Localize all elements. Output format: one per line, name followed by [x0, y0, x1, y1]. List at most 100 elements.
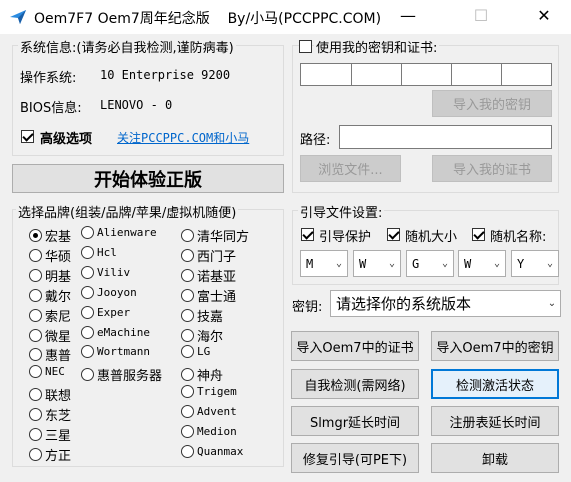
boot-name-select[interactable]: W ⌄ [353, 250, 401, 277]
key-label: 密钥: [292, 300, 323, 315]
bios-label: BIOS信息: [20, 101, 82, 116]
key-part-5[interactable] [501, 63, 552, 86]
brand-radio[interactable]: 联想 [29, 385, 71, 404]
chevron-down-icon: ⌄ [441, 258, 449, 269]
self-check-button[interactable]: 自我检测(需网络) [291, 369, 419, 399]
brand-label: Medion [197, 425, 237, 438]
import-oem-key-button[interactable]: 导入Oem7中的密钥 [431, 331, 559, 361]
sysinfo-group-label: 系统信息:(请务必自我检测,谨防病毒) [18, 37, 236, 56]
boot-protect-label: 引导保护 [319, 230, 372, 245]
chevron-down-icon: ⌄ [547, 298, 557, 309]
boot-select-value: Y [517, 256, 525, 271]
brand-label: eMachine [97, 325, 150, 339]
radio-indicator [181, 248, 194, 262]
brand-label: Viliv [97, 265, 131, 279]
brand-label: LG [197, 345, 211, 359]
brand-radio[interactable]: 索尼 [29, 306, 71, 325]
version-select-value: 请选择你的系统版本 [336, 295, 472, 313]
brand-label: 宏基 [45, 230, 72, 245]
os-label: 操作系统: [20, 71, 77, 86]
check-activation-button[interactable]: 检测激活状态 [431, 369, 559, 399]
brand-radio[interactable]: eMachine [81, 325, 150, 339]
slmgr-button[interactable]: Slmgr延长时间 [291, 406, 419, 436]
brand-radio[interactable]: 技嘉 [181, 306, 223, 325]
brand-label: 明基 [45, 269, 72, 285]
brand-radio[interactable]: Advent [181, 405, 237, 419]
brand-radio[interactable]: LG [181, 345, 211, 359]
brand-radio[interactable]: 惠普 [29, 345, 71, 364]
browse-button[interactable]: 浏览文件... [300, 155, 401, 182]
brand-radio[interactable]: Alienware [81, 226, 157, 239]
brand-radio[interactable]: Viliv [81, 265, 131, 279]
boot-name-select[interactable]: M ⌄ [300, 250, 348, 277]
start-button[interactable]: 开始体验正版 [12, 164, 284, 193]
brand-radio[interactable]: 方正 [29, 445, 71, 464]
brand-label: 东芝 [45, 409, 72, 425]
brand-radio[interactable]: 戴尔 [29, 286, 71, 305]
brand-radio[interactable]: 华硕 [29, 246, 71, 265]
brand-label: 华硕 [45, 249, 72, 265]
key-part-1[interactable] [300, 63, 352, 86]
brand-radio[interactable]: 海尔 [181, 326, 223, 345]
key-part-3[interactable] [401, 63, 452, 86]
radio-indicator [81, 265, 94, 279]
boot-protect-checkbox[interactable] [301, 228, 314, 241]
minimize-button[interactable]: — [385, 0, 431, 34]
radio-indicator [181, 345, 194, 359]
brand-radio[interactable]: 微星 [29, 326, 71, 345]
brand-radio[interactable]: 惠普服务器 [81, 365, 162, 384]
brand-radio[interactable]: 诺基亚 [181, 266, 236, 285]
brand-radio[interactable]: 明基 [29, 266, 71, 285]
keycert-group-label: 使用我的密钥和证书: [314, 37, 440, 56]
key-part-4[interactable] [451, 63, 502, 86]
radio-indicator [181, 288, 194, 302]
key-part-2[interactable] [351, 63, 402, 86]
follow-link[interactable]: 关注PCCPPC.COM和小马 [117, 129, 249, 146]
radio-indicator [29, 365, 42, 379]
window-title: Oem7F7 Oem7周年纪念版 By/小马(PCCPPC.COM) [34, 11, 382, 27]
brand-label: 富士通 [197, 289, 237, 305]
random-name-checkbox[interactable] [472, 228, 485, 241]
registry-button[interactable]: 注册表延长时间 [431, 406, 559, 436]
import-oem-cert-button[interactable]: 导入Oem7中的证书 [291, 331, 419, 361]
random-size-checkbox[interactable] [387, 228, 400, 241]
brand-radio[interactable]: Exper [81, 305, 131, 319]
chevron-down-icon: ⌄ [493, 258, 501, 269]
brand-radio[interactable]: 西门子 [181, 246, 236, 265]
radio-indicator [29, 229, 42, 242]
brand-radio[interactable]: 富士通 [181, 286, 236, 305]
use-own-key-checkbox[interactable] [299, 40, 312, 53]
brand-label: 诺基亚 [197, 269, 237, 285]
path-input[interactable] [339, 125, 552, 149]
boot-name-select[interactable]: Y ⌄ [511, 250, 559, 277]
radio-indicator [29, 388, 42, 402]
brand-label: 方正 [45, 448, 72, 464]
brand-radio[interactable]: NEC [29, 365, 65, 379]
brand-label: Jooyon [97, 285, 137, 299]
import-key-button[interactable]: 导入我的密钥 [432, 90, 552, 117]
brand-radio[interactable]: 东芝 [29, 405, 71, 424]
boot-name-select[interactable]: W ⌄ [458, 250, 506, 277]
brand-label: Exper [97, 305, 131, 319]
brand-radio[interactable]: Hcl [81, 245, 117, 259]
repair-boot-button[interactable]: 修复引导(可PE下) [291, 443, 419, 473]
radio-indicator [29, 268, 42, 282]
version-select[interactable]: 请选择你的系统版本 ⌄ [330, 290, 561, 317]
brand-radio[interactable]: 神舟 [181, 365, 223, 384]
maximize-button[interactable]: ☐ [458, 0, 504, 34]
advanced-checkbox[interactable] [21, 130, 34, 143]
boot-name-select[interactable]: G ⌄ [406, 250, 454, 277]
brand-radio[interactable]: 清华同方 [181, 226, 249, 245]
close-button[interactable]: ✕ [521, 0, 567, 34]
boot-select-value: W [464, 256, 472, 271]
brand-radio[interactable]: Wortmann [81, 345, 150, 359]
brand-radio[interactable]: Quanmax [181, 444, 243, 458]
brand-radio[interactable]: 宏基 [29, 226, 71, 245]
uninstall-button[interactable]: 卸载 [431, 443, 559, 473]
brand-radio[interactable]: Jooyon [81, 285, 137, 299]
brand-label: NEC [45, 365, 65, 379]
import-cert-button[interactable]: 导入我的证书 [432, 155, 552, 182]
brand-radio[interactable]: 三星 [29, 425, 71, 444]
brand-radio[interactable]: Medion [181, 425, 237, 438]
brand-radio[interactable]: Trigem [181, 385, 237, 399]
